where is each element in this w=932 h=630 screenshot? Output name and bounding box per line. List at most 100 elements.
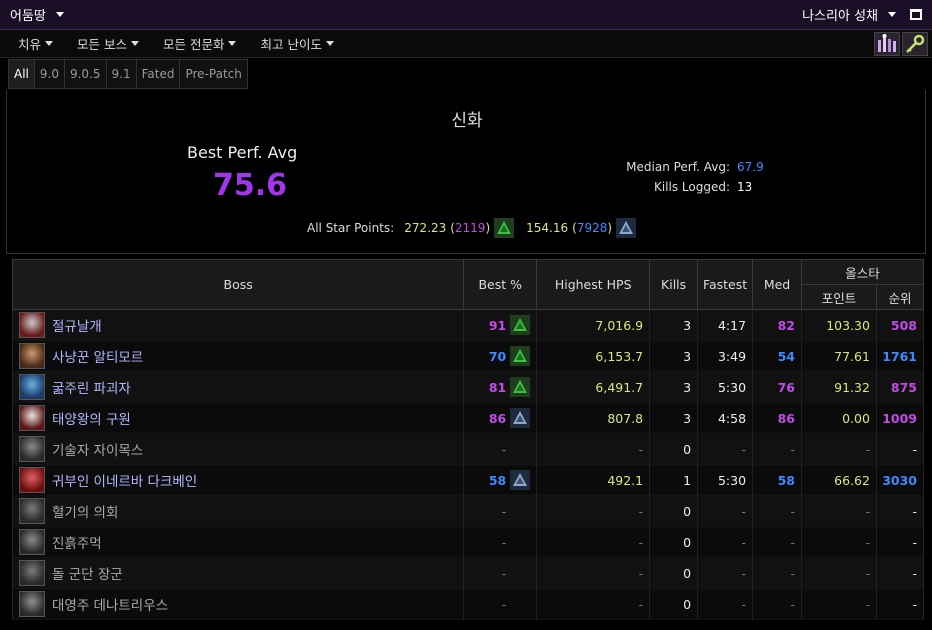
tab-all[interactable]: All [9,60,35,88]
boss-portrait-icon [19,560,45,586]
best-value: 81 [488,379,507,395]
fastest-value: - [697,526,754,558]
star1-points: 272.23 [404,221,447,235]
tab-9-0[interactable]: 9.0 [34,60,65,88]
key-icon[interactable] [902,32,928,56]
col-med[interactable]: Med [752,259,802,310]
points-value: - [801,495,877,527]
tab-pre-patch[interactable]: Pre-Patch [180,60,247,88]
hps-value: 6,153.7 [536,340,651,372]
col-fastest[interactable]: Fastest [697,259,754,310]
rank-value: 508 [875,309,925,341]
table-row[interactable]: 혈기의 의회 - -0- - - - [11,495,925,527]
med-value: - [752,588,802,620]
maximize-icon[interactable] [910,9,922,20]
boss-name[interactable]: 돌 군단 장군 [52,563,123,583]
chevron-down-icon [888,12,896,17]
boss-name[interactable]: 귀부인 이네르바 다크베인 [52,470,197,490]
col-rank[interactable]: 순위 [875,284,925,310]
kills-value: 0 [649,495,699,527]
boss-name[interactable]: 진흙주먹 [52,532,102,552]
table-row[interactable]: 사냥꾼 알티모르 70 6,153.7 3 3:49 54 77.61 1761 [11,340,925,372]
best-value: 58 [488,472,507,488]
kills-value: 13 [737,180,753,194]
best-value: 86 [488,410,507,426]
raid-dropdown[interactable]: 나스리아 성채 [802,5,896,24]
boss-name[interactable]: 태양왕의 구원 [52,408,131,428]
raid-group-icon[interactable] [874,32,900,56]
table-row[interactable]: 절규날개 91 7,016.9 3 4:17 82 103.30 508 [11,309,925,341]
boss-name[interactable]: 사냥꾼 알티모르 [52,346,143,366]
points-value: - [801,433,877,465]
star1-rank: 2119 [454,221,486,235]
mythic-badge-icon [510,408,531,428]
boss-cell: 귀부인 이네르바 다크베인 [11,464,465,496]
boss-name[interactable]: 대영주 데나트리우스 [52,594,168,614]
table-row[interactable]: 돌 군단 장군 - -0- - - - [11,557,925,589]
hps-value: - [536,557,651,589]
table-row[interactable]: 태양왕의 구원 86 807.8 3 4:58 86 0.00 1009 [11,402,925,434]
points-value: 103.30 [801,309,877,341]
rank-value: 1761 [875,340,925,372]
med-value: - [752,495,802,527]
difficulty-dropdown[interactable]: 최고 난이도 [260,34,334,53]
tab-fated[interactable]: Fated [136,60,181,88]
hps-value: 492.1 [536,464,651,496]
table-row[interactable]: 진흙주먹 - -0- - - - [11,526,925,558]
all-star-points: All Star Points: 272.23 (2119) 154.16 (7… [307,218,637,238]
boss-cell: 태양왕의 구원 [11,402,465,434]
mythic-badge-icon [510,470,531,490]
table-row[interactable]: 대영주 데나트리우스 - -0- - - - [11,588,925,620]
col-best[interactable]: Best % [463,259,538,310]
median-label: Median Perf. Avg: [626,160,730,174]
boss-dropdown[interactable]: 모든 보스 [77,34,139,53]
best-value: - [501,565,507,581]
boss-portrait-icon [19,529,45,555]
best-cell: - [463,526,538,558]
col-points[interactable]: 포인트 [801,284,877,310]
col-kills[interactable]: Kills [649,259,699,310]
star2-rank: 7928 [576,221,608,235]
boss-table: Boss Best % Highest HPS Kills Fastest Me… [11,259,925,620]
col-hps[interactable]: Highest HPS [536,259,651,310]
region-dropdown[interactable]: 어둠땅 [10,5,64,24]
med-value: - [752,557,802,589]
spec-dropdown[interactable]: 모든 전문화 [163,34,237,53]
rank-value: - [875,588,925,620]
table-row[interactable]: 기술자 자이목스 - -0- - - - [11,433,925,465]
boss-portrait-icon [19,498,45,524]
boss-name[interactable]: 굶주린 파괴자 [52,377,131,397]
med-value: - [752,526,802,558]
metric-dropdown[interactable]: 치유 [18,34,54,53]
star-points-label: All Star Points: [307,221,395,235]
fastest-value: - [697,433,754,465]
tab-9-1[interactable]: 9.1 [106,60,137,88]
boss-cell: 진흙주먹 [11,526,465,558]
boss-portrait-icon [19,312,45,338]
med-value: - [752,433,802,465]
boss-name[interactable]: 절규날개 [52,315,102,335]
med-value: 82 [752,309,802,341]
boss-portrait-icon [19,374,45,400]
tab-9-0-5[interactable]: 9.0.5 [64,60,107,88]
chevron-down-icon [45,41,54,46]
kills-value: 3 [649,371,699,403]
points-value: 91.32 [801,371,877,403]
col-boss[interactable]: Boss [11,259,465,310]
rank-value: 1009 [875,402,925,434]
boss-cell: 대영주 데나트리우스 [11,588,465,620]
difficulty-title: 신화 [451,111,483,131]
best-value: - [501,441,507,457]
best-cell: - [463,495,538,527]
boss-name[interactable]: 기술자 자이목스 [52,439,143,459]
boss-name[interactable]: 혈기의 의회 [52,501,118,521]
fastest-value: - [697,557,754,589]
chevron-down-icon [228,41,237,46]
table-row[interactable]: 귀부인 이네르바 다크베인 58 492.1 1 5:30 58 66.62 3030 [11,464,925,496]
boss-cell: 기술자 자이목스 [11,433,465,465]
med-value: 58 [752,464,802,496]
points-value: 77.61 [801,340,877,372]
kills-value: 0 [649,588,699,620]
table-row[interactable]: 굶주린 파괴자 81 6,491.7 3 5:30 76 91.32 875 [11,371,925,403]
best-value: 70 [488,348,507,364]
